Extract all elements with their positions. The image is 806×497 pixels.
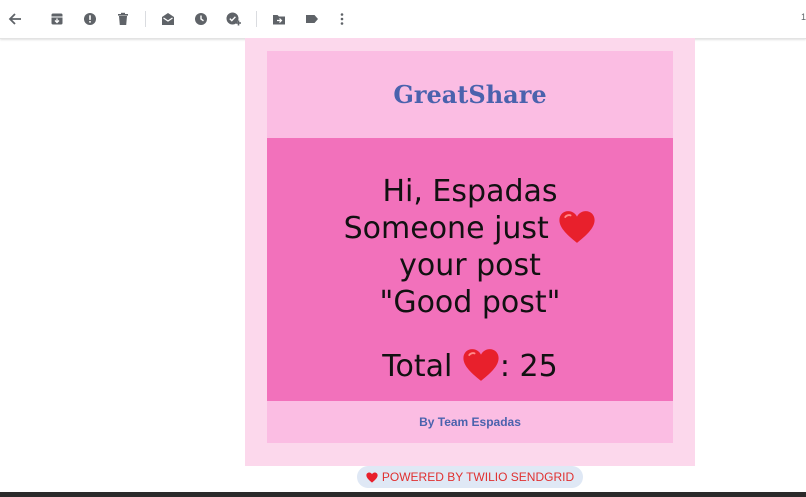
toolbar-divider — [256, 11, 257, 27]
mark-as-read-icon[interactable] — [158, 9, 178, 29]
move-to-icon[interactable] — [269, 9, 289, 29]
heart-icon — [366, 471, 378, 483]
your-post-text: your post — [399, 248, 541, 283]
heart-icon — [559, 211, 595, 243]
powered-by-badge[interactable]: POWERED BY TWILIO SENDGRID — [357, 466, 583, 488]
report-spam-icon[interactable] — [80, 9, 100, 29]
heart-icon — [463, 349, 499, 381]
snooze-icon[interactable] — [191, 9, 211, 29]
brand-title: GreatShare — [393, 80, 547, 109]
powered-by-text: POWERED BY TWILIO SENDGRID — [381, 470, 575, 484]
notification-line: Someone just — [267, 210, 673, 247]
delete-icon[interactable] — [113, 9, 133, 29]
total-count: : 25 — [499, 349, 558, 384]
add-to-tasks-icon[interactable] — [224, 9, 244, 29]
email-message: Hi, Espadas Someone just your post "Good… — [267, 138, 673, 401]
more-options-icon[interactable] — [332, 9, 352, 29]
someone-text: Someone just — [343, 211, 549, 246]
toolbar-divider — [145, 11, 146, 27]
signature-text: By Team Espadas — [419, 415, 521, 429]
page-indicator: 1 — [800, 12, 806, 22]
total-label: Total — [382, 349, 453, 384]
archive-icon[interactable] — [47, 9, 67, 29]
post-title-text: "Good post" — [379, 285, 561, 320]
total-likes-line: Total : 25 — [267, 348, 673, 385]
greeting-text: Hi, Espadas — [382, 174, 558, 209]
email-toolbar: 1 — [0, 0, 806, 39]
window-bottom-edge — [0, 492, 806, 497]
label-icon[interactable] — [302, 9, 322, 29]
email-header: GreatShare — [267, 51, 673, 138]
email-footer: By Team Espadas — [267, 401, 673, 443]
back-arrow-icon[interactable] — [5, 9, 25, 29]
